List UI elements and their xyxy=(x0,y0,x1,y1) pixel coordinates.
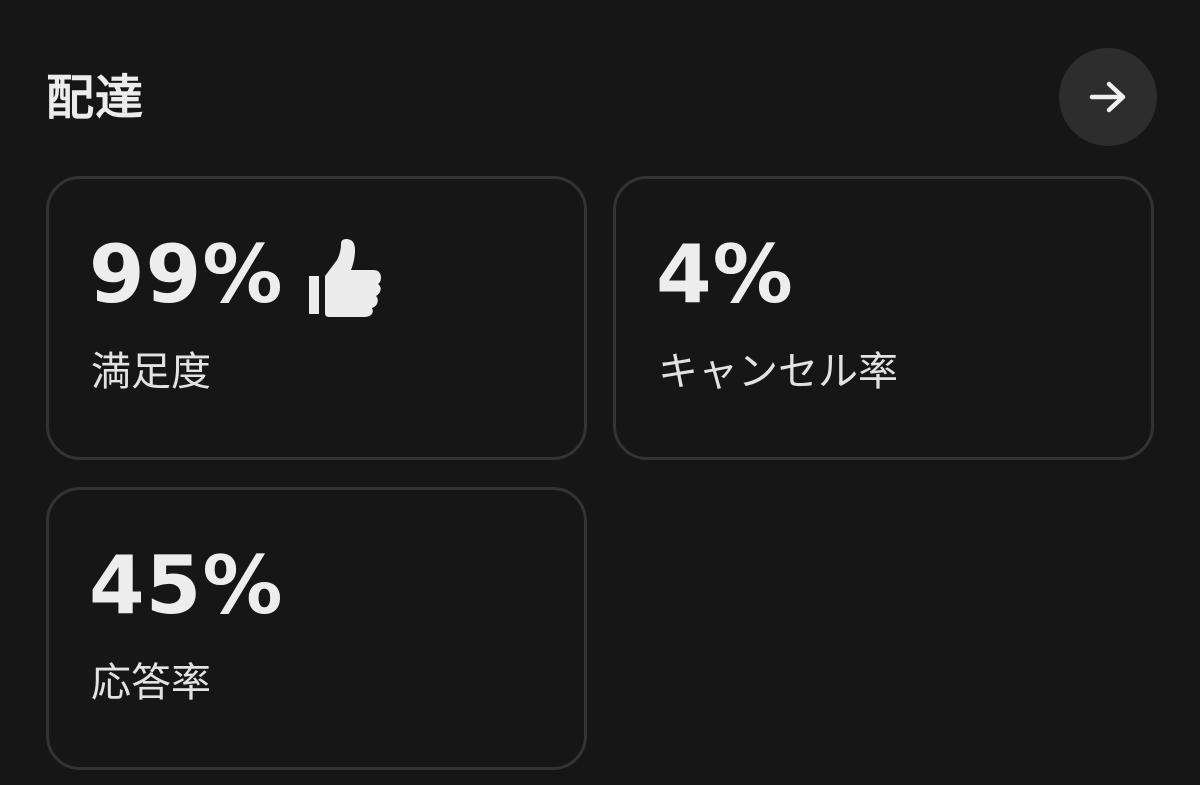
satisfaction-value-row: 99% xyxy=(89,223,383,327)
arrow-right-icon xyxy=(1089,81,1126,113)
cancellation-value: 4% xyxy=(656,228,794,321)
response-rate-card: 45% 応答率 xyxy=(46,487,587,770)
response-value: 45% xyxy=(89,539,284,632)
delivery-stats-screen: 配達 99% 満足度 4% キャンセル率 45% 応答率 xyxy=(0,0,1200,785)
thumbs-up-icon xyxy=(309,239,382,317)
cancellation-label: キャンセル率 xyxy=(658,349,898,395)
response-label: 応答率 xyxy=(91,660,211,706)
section-title: 配達 xyxy=(46,70,145,126)
view-details-button[interactable] xyxy=(1059,48,1157,146)
response-value-row: 45% xyxy=(89,534,283,638)
cancellation-value-row: 4% xyxy=(656,223,794,327)
satisfaction-value: 99% xyxy=(89,228,284,321)
satisfaction-label: 満足度 xyxy=(91,349,211,395)
cancellation-card: 4% キャンセル率 xyxy=(613,176,1154,460)
satisfaction-card: 99% 満足度 xyxy=(46,176,587,460)
